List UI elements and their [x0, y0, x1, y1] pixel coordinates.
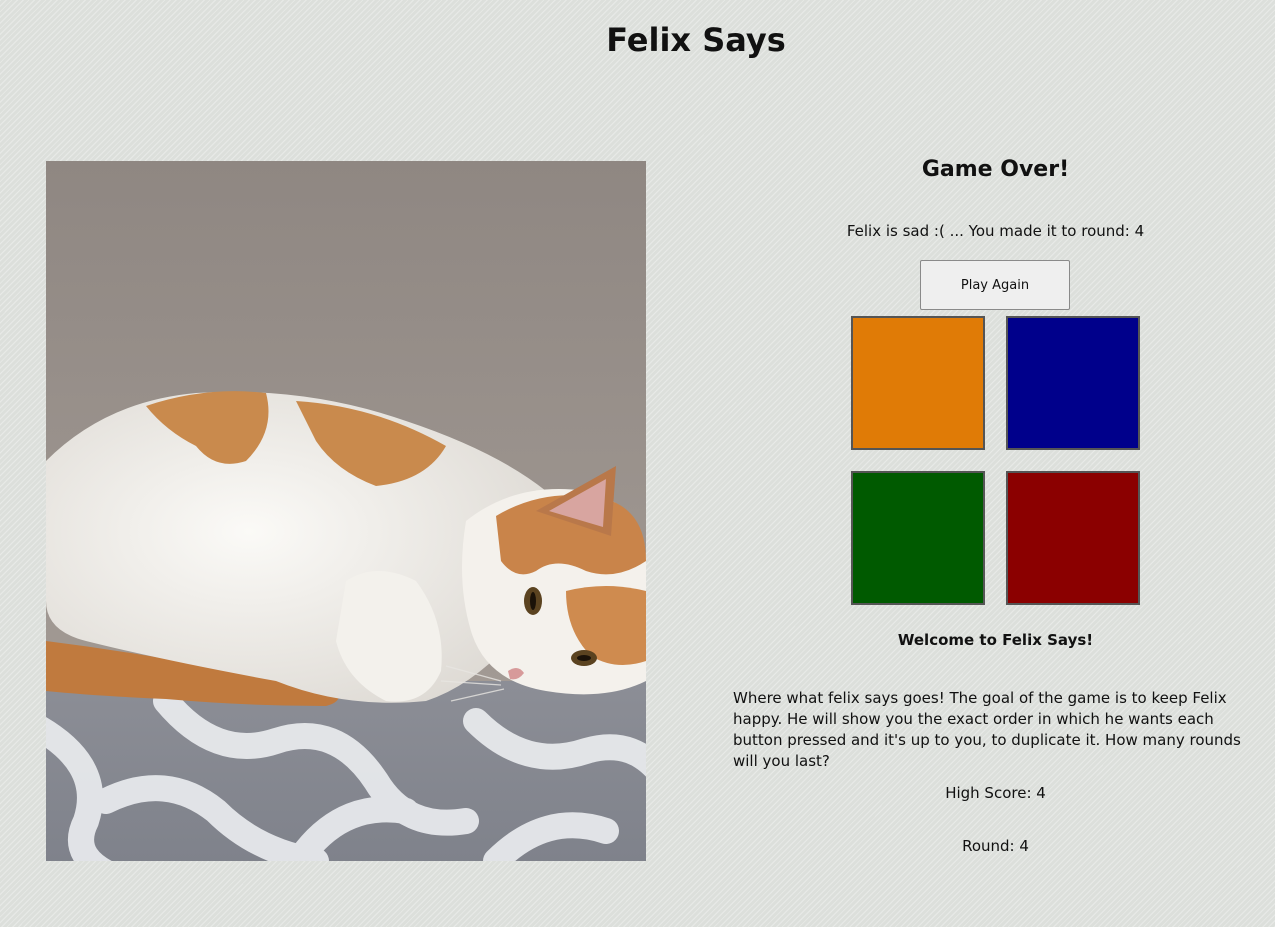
welcome-heading: Welcome to Felix Says! [897, 631, 1094, 649]
green-pad[interactable] [851, 471, 985, 605]
page-title: Felix Says [606, 21, 786, 59]
orange-pad[interactable] [851, 316, 985, 450]
game-status-message: Felix is sad :( ... You made it to round… [846, 222, 1145, 240]
game-status-heading: Game Over! [921, 157, 1070, 182]
high-score: High Score: 4 [945, 784, 1046, 802]
play-again-button[interactable]: Play Again [920, 260, 1070, 310]
red-pad[interactable] [1006, 471, 1140, 605]
blue-pad[interactable] [1006, 316, 1140, 450]
round-counter: Round: 4 [962, 837, 1029, 855]
game-description: Where what felix says goes! The goal of … [733, 689, 1241, 770]
felix-cat-photo [46, 161, 646, 861]
